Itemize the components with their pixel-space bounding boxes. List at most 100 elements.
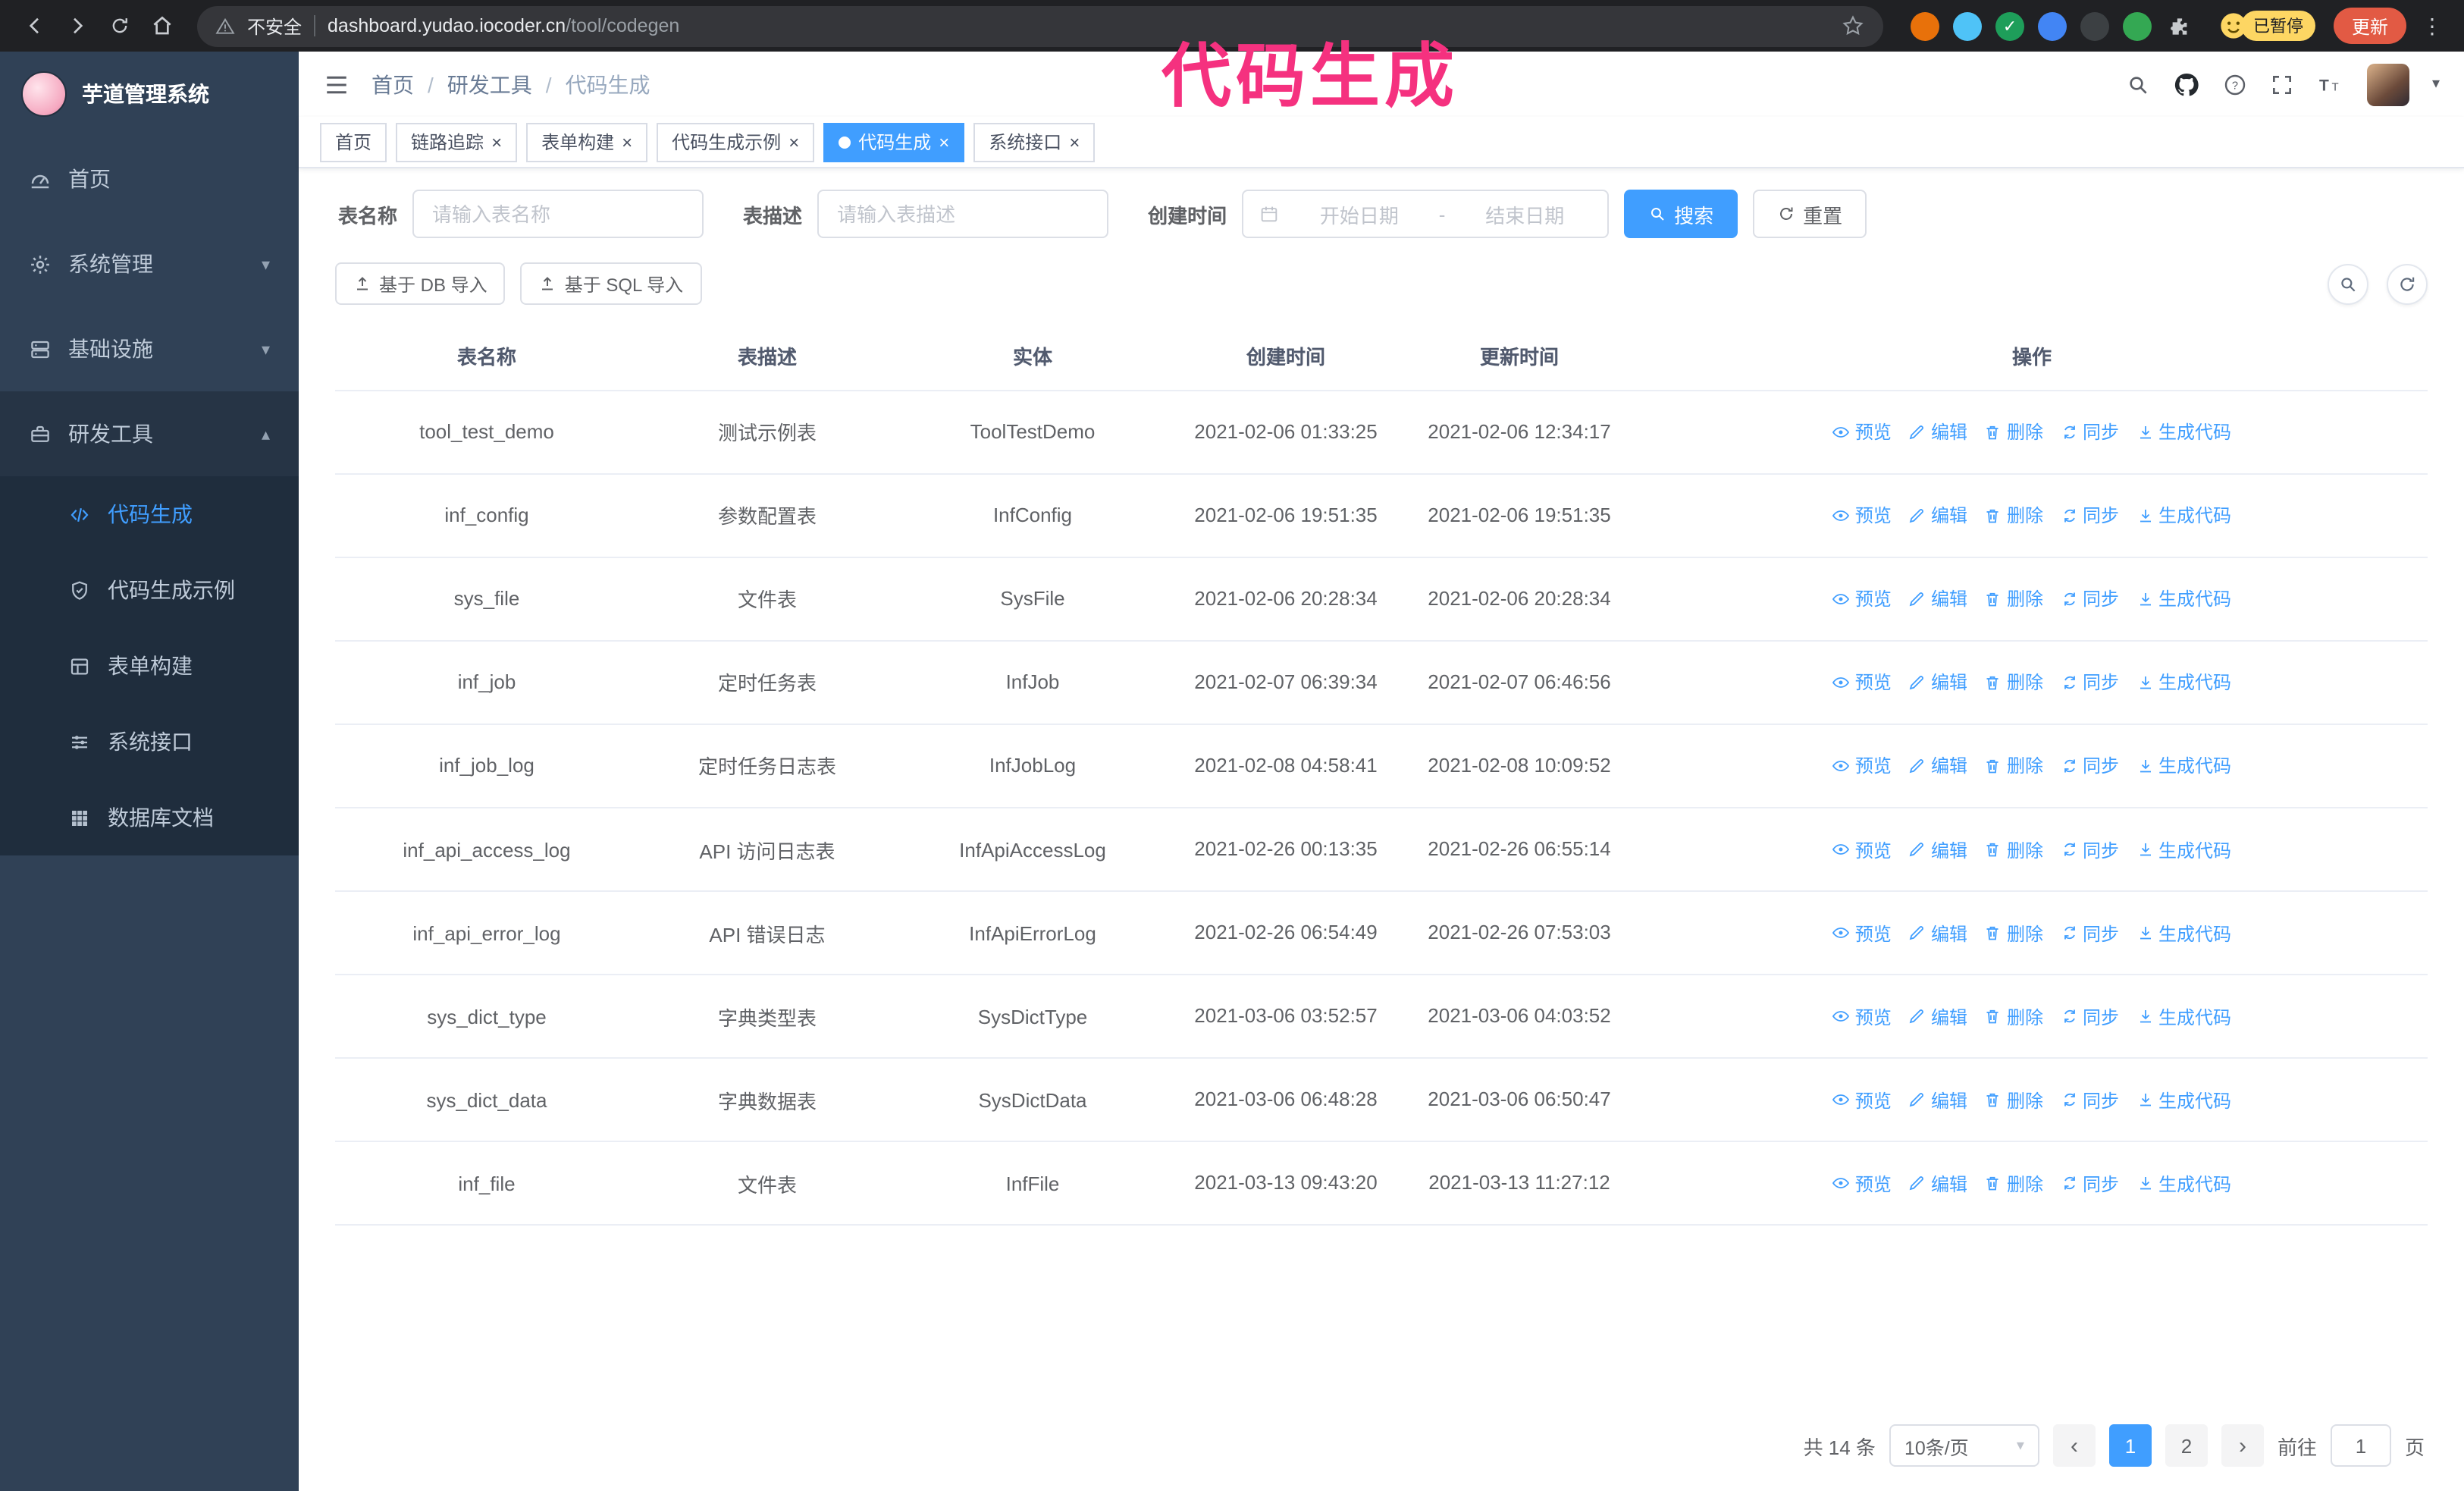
action-preview[interactable]: 预览 [1832,753,1892,779]
action-preview[interactable]: 预览 [1832,920,1892,946]
close-icon[interactable]: × [491,133,502,151]
action-edit[interactable]: 编辑 [1908,1003,1967,1029]
browser-forward-button[interactable] [58,6,97,46]
sidebar-subitem-form-builder[interactable]: 表单构建 [0,628,299,704]
action-sync[interactable]: 同步 [2060,585,2119,611]
action-sync[interactable]: 同步 [2060,1088,2119,1113]
user-avatar[interactable] [2366,63,2409,105]
action-preview[interactable]: 预览 [1832,502,1892,528]
action-generate-code[interactable]: 生成代码 [2136,1088,2231,1113]
sidebar-subitem-db-doc[interactable]: 数据库文档 [0,780,299,855]
browser-home-button[interactable] [143,6,182,46]
sidebar-subitem-codegen-demo[interactable]: 代码生成示例 [0,552,299,628]
extension-icon[interactable] [2080,11,2109,40]
action-preview[interactable]: 预览 [1832,1088,1892,1113]
action-generate-code[interactable]: 生成代码 [2136,419,2231,444]
extension-icon[interactable] [2037,11,2067,40]
next-page-button[interactable]: › [2221,1424,2264,1467]
action-generate-code[interactable]: 生成代码 [2136,1003,2231,1029]
action-generate-code[interactable]: 生成代码 [2136,753,2231,779]
action-edit[interactable]: 编辑 [1908,502,1967,528]
browser-profile[interactable]: 已暂停 [2218,11,2315,41]
close-icon[interactable]: × [939,133,949,151]
action-delete[interactable]: 删除 [1984,920,2043,946]
action-sync[interactable]: 同步 [2060,753,2119,779]
action-preview[interactable]: 预览 [1832,1003,1892,1029]
font-size-icon[interactable]: TT [2317,71,2344,98]
action-edit[interactable]: 编辑 [1908,1171,1967,1197]
sidebar-subitem-codegen[interactable]: 代码生成 [0,476,299,552]
action-delete[interactable]: 删除 [1984,1171,2043,1197]
action-edit[interactable]: 编辑 [1908,1088,1967,1113]
extension-icon[interactable] [1952,11,1982,40]
search-button[interactable]: 搜索 [1624,190,1738,238]
action-sync[interactable]: 同步 [2060,502,2119,528]
action-preview[interactable]: 预览 [1832,837,1892,862]
address-bar[interactable]: 不安全 dashboard.yudao.iocoder.cn/tool/code… [197,5,1883,46]
action-edit[interactable]: 编辑 [1908,837,1967,862]
action-delete[interactable]: 删除 [1984,585,2043,611]
tab-codegen-demo[interactable]: 代码生成示例 × [657,122,815,162]
action-sync[interactable]: 同步 [2060,837,2119,862]
extensions-menu-icon[interactable] [2165,11,2194,40]
sidebar-item-devtools[interactable]: 研发工具 ▴ [0,391,299,476]
table-name-input[interactable] [412,190,704,238]
extension-icon[interactable] [2122,11,2152,40]
action-preview[interactable]: 预览 [1832,670,1892,695]
action-edit[interactable]: 编辑 [1908,419,1967,444]
action-edit[interactable]: 编辑 [1908,920,1967,946]
tab-api[interactable]: 系统接口 × [973,122,1096,162]
action-preview[interactable]: 预览 [1832,1171,1892,1197]
action-preview[interactable]: 预览 [1832,419,1892,444]
browser-reload-button[interactable] [100,6,140,46]
tab-home[interactable]: 首页 [320,122,387,162]
action-delete[interactable]: 删除 [1984,1003,2043,1029]
chrome-update-button[interactable]: 更新 [2333,8,2406,44]
action-sync[interactable]: 同步 [2060,670,2119,695]
action-generate-code[interactable]: 生成代码 [2136,502,2231,528]
date-range-picker[interactable]: 开始日期 - 结束日期 [1242,190,1610,238]
goto-page-input[interactable] [2330,1424,2391,1467]
import-db-button[interactable]: 基于 DB 导入 [335,262,506,305]
tab-tracer[interactable]: 链路追踪 × [396,122,518,162]
close-icon[interactable]: × [788,133,799,151]
bookmark-star-icon[interactable] [1841,14,1865,38]
prev-page-button[interactable]: ‹ [2052,1424,2096,1467]
close-icon[interactable]: × [1069,133,1080,151]
page-button-2[interactable]: 2 [2165,1424,2208,1467]
tab-codegen[interactable]: 代码生成 × [823,122,965,162]
header-search-icon[interactable] [2126,72,2150,96]
breadcrumb-home[interactable]: 首页 [371,69,414,99]
action-delete[interactable]: 删除 [1984,837,2043,862]
action-delete[interactable]: 删除 [1984,753,2043,779]
action-delete[interactable]: 删除 [1984,670,2043,695]
action-sync[interactable]: 同步 [2060,419,2119,444]
breadcrumb-devtools[interactable]: 研发工具 [447,69,532,99]
sidebar-item-infra[interactable]: 基础设施 ▾ [0,306,299,391]
close-icon[interactable]: × [622,133,632,151]
toggle-search-button[interactable] [2328,263,2368,304]
fullscreen-icon[interactable] [2270,72,2294,96]
help-icon[interactable]: ? [2223,72,2247,96]
action-generate-code[interactable]: 生成代码 [2136,1171,2231,1197]
action-generate-code[interactable]: 生成代码 [2136,920,2231,946]
action-sync[interactable]: 同步 [2060,920,2119,946]
action-delete[interactable]: 删除 [1984,1088,2043,1113]
page-size-select[interactable]: 10条/页 ▾ [1889,1424,2039,1467]
user-caret-icon[interactable]: ▾ [2432,76,2440,93]
import-sql-button[interactable]: 基于 SQL 导入 [520,262,702,305]
sidebar-item-system[interactable]: 系统管理 ▾ [0,221,299,306]
page-button-1[interactable]: 1 [2108,1424,2152,1467]
action-edit[interactable]: 编辑 [1908,585,1967,611]
action-preview[interactable]: 预览 [1832,585,1892,611]
browser-back-button[interactable] [15,6,55,46]
sidebar-subitem-api[interactable]: 系统接口 [0,704,299,780]
action-generate-code[interactable]: 生成代码 [2136,585,2231,611]
menu-collapse-button[interactable] [323,71,350,98]
action-sync[interactable]: 同步 [2060,1003,2119,1029]
browser-menu-icon[interactable]: ⋮ [2415,13,2449,39]
action-edit[interactable]: 编辑 [1908,753,1967,779]
action-sync[interactable]: 同步 [2060,1171,2119,1197]
refresh-table-button[interactable] [2387,263,2428,304]
extension-icon[interactable]: ✓ [1995,11,2024,40]
